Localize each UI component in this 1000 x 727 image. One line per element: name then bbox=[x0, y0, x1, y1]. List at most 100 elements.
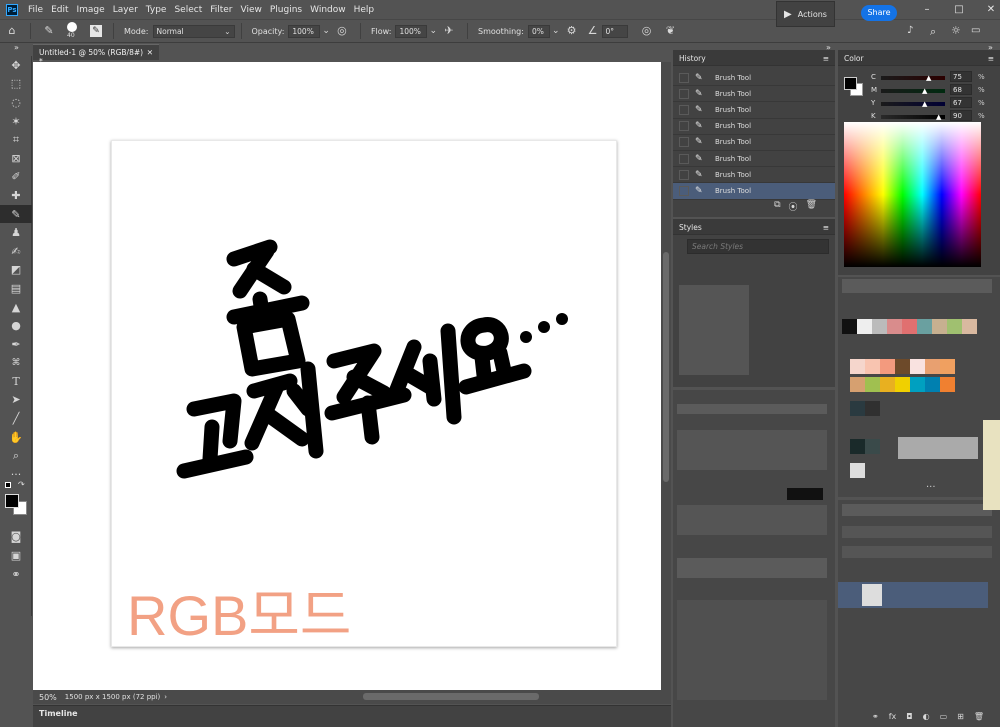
trash-icon[interactable]: 🗑 bbox=[974, 712, 984, 721]
history-item[interactable]: ✎ Brush Tool bbox=[673, 183, 835, 200]
mask-icon[interactable]: ◘ bbox=[906, 712, 912, 721]
frame-tool-icon[interactable]: ⊠ bbox=[0, 149, 32, 168]
fx-icon[interactable]: fx bbox=[889, 712, 897, 721]
history-brush-tool-icon[interactable]: ✍ bbox=[0, 242, 32, 261]
move-tool-icon[interactable]: ✥ bbox=[0, 56, 32, 75]
new-document-from-state-icon[interactable]: ⧉ bbox=[774, 200, 780, 213]
magenta-slider[interactable] bbox=[881, 89, 945, 93]
menu-plugins[interactable]: Plugins bbox=[266, 5, 306, 15]
search-styles-input[interactable]: Search Styles bbox=[687, 239, 829, 254]
minimize-icon[interactable]: – bbox=[922, 4, 932, 15]
scroll-thumb[interactable] bbox=[663, 252, 669, 482]
snapshot-checkbox[interactable] bbox=[679, 137, 689, 148]
snapshot-checkbox[interactable] bbox=[679, 185, 689, 196]
clone-stamp-tool-icon[interactable]: ♟ bbox=[0, 223, 32, 242]
more-icon[interactable]: ··· bbox=[926, 482, 936, 493]
angle-field[interactable]: 0° bbox=[601, 24, 628, 38]
collapse-toolbar-icon[interactable]: » bbox=[14, 43, 19, 52]
quick-mask-icon[interactable]: ◙ bbox=[0, 528, 32, 547]
default-colors-icon[interactable] bbox=[5, 481, 11, 488]
gear-icon[interactable]: ⚙ bbox=[565, 24, 579, 38]
opacity-field[interactable]: 100% bbox=[288, 24, 321, 38]
menu-file[interactable]: File bbox=[24, 5, 47, 15]
swatch-grid-row[interactable] bbox=[850, 359, 955, 374]
zoom-tool-icon[interactable]: ⌕ bbox=[0, 446, 32, 465]
smoothing-field[interactable]: 0% bbox=[527, 24, 550, 38]
menu-edit[interactable]: Edit bbox=[47, 5, 72, 15]
cyan-slider[interactable] bbox=[881, 76, 945, 80]
pressure-size-icon[interactable]: ◎ bbox=[640, 24, 654, 38]
brush-preset-icon[interactable]: ✎ bbox=[42, 24, 56, 38]
close-icon[interactable]: ✕ bbox=[986, 4, 996, 15]
swatch-grid-row[interactable] bbox=[850, 401, 880, 416]
chevron-down-icon[interactable]: ⌄ bbox=[322, 26, 330, 36]
selected-layer-row[interactable] bbox=[838, 582, 988, 608]
panel-menu-icon[interactable]: ≡ bbox=[988, 54, 994, 63]
history-item[interactable]: ✎ Brush Tool bbox=[673, 151, 835, 168]
pressure-opacity-icon[interactable]: ◎ bbox=[335, 24, 349, 38]
history-item[interactable]: ✎ Brush Tool bbox=[673, 167, 835, 184]
link-icon[interactable]: ⚭ bbox=[872, 712, 879, 721]
chevron-down-icon[interactable]: ⌄ bbox=[552, 26, 560, 36]
crop-tool-icon[interactable]: ⌗ bbox=[0, 130, 32, 149]
home-icon[interactable]: ⌂ bbox=[5, 24, 19, 38]
eyedropper-tool-icon[interactable]: ✐ bbox=[0, 168, 32, 187]
close-tab-icon[interactable]: ✕ bbox=[147, 48, 153, 57]
canvas-area[interactable]: RGB모드 bbox=[33, 62, 661, 690]
discover-icon[interactable]: ☼ bbox=[951, 24, 961, 37]
camera-icon[interactable]: ⦿ bbox=[789, 200, 798, 213]
cyan-value[interactable]: 75 bbox=[950, 71, 972, 82]
swatch-grid-row[interactable] bbox=[850, 463, 865, 478]
color-swatches[interactable]: ↷ bbox=[0, 480, 32, 528]
color-spectrum[interactable] bbox=[844, 122, 981, 267]
marquee-tool-icon[interactable]: ⬚ bbox=[0, 75, 32, 94]
search-icon[interactable]: ⌕ bbox=[930, 25, 936, 39]
menu-help[interactable]: Help bbox=[350, 5, 379, 15]
brush-size-preview[interactable]: 40 bbox=[61, 21, 85, 41]
snapshot-checkbox[interactable] bbox=[679, 153, 689, 164]
style-group-blur[interactable] bbox=[679, 285, 749, 375]
history-item[interactable]: ✎ Brush Tool bbox=[673, 70, 835, 87]
actions-panel[interactable]: ▶ Actions bbox=[776, 1, 835, 27]
notification-icon[interactable]: ♪ bbox=[907, 25, 913, 36]
brush-tool-icon[interactable]: ✎ bbox=[0, 204, 32, 224]
history-item[interactable]: ✎ Brush Tool bbox=[673, 135, 835, 151]
airbrush-icon[interactable]: ✈ bbox=[442, 24, 456, 38]
recent-swatches[interactable] bbox=[842, 319, 977, 334]
document-tab[interactable]: Untitled-1 @ 50% (RGB/8#) * ✕ bbox=[33, 44, 159, 66]
chevron-right-icon[interactable]: › bbox=[164, 693, 167, 701]
menu-select[interactable]: Select bbox=[170, 5, 206, 15]
dodge-tool-icon[interactable]: ● bbox=[0, 316, 32, 335]
slider-handle[interactable]: ▲ bbox=[926, 74, 931, 82]
foreground-color-chip[interactable] bbox=[844, 77, 857, 90]
history-item[interactable]: ✎ Brush Tool bbox=[673, 102, 835, 119]
panel-menu-icon[interactable]: ≡ bbox=[823, 223, 829, 232]
menu-image[interactable]: Image bbox=[73, 5, 109, 15]
swap-colors-icon[interactable]: ↷ bbox=[18, 480, 25, 489]
gradient-tool-icon[interactable]: ▤ bbox=[0, 279, 32, 298]
snapshot-checkbox[interactable] bbox=[679, 169, 689, 180]
screen-mode-icon[interactable]: ▣ bbox=[0, 546, 32, 565]
chevron-down-icon[interactable]: ⌄ bbox=[429, 26, 437, 36]
maximize-icon[interactable]: □ bbox=[954, 4, 964, 15]
adjustment-icon[interactable]: ◐ bbox=[923, 712, 930, 721]
slider-handle[interactable]: ▲ bbox=[922, 87, 927, 95]
menu-type[interactable]: Type bbox=[142, 5, 171, 15]
timeline-panel[interactable]: Timeline bbox=[33, 705, 671, 727]
brush-settings-icon[interactable]: ✎ bbox=[90, 25, 102, 37]
menu-layer[interactable]: Layer bbox=[109, 5, 142, 15]
flow-field[interactable]: 100% bbox=[395, 24, 428, 38]
panel-menu-icon[interactable]: ≡ bbox=[823, 54, 829, 63]
slider-handle[interactable]: ▲ bbox=[922, 100, 927, 108]
type-tool-icon[interactable]: T bbox=[0, 372, 32, 391]
yellow-value[interactable]: 67 bbox=[950, 97, 972, 108]
swatch-grid-row[interactable] bbox=[850, 439, 880, 454]
trash-icon[interactable]: 🗑 bbox=[806, 200, 817, 213]
pen-tool-icon[interactable]: ⌘ bbox=[0, 354, 32, 373]
eraser-tool-icon[interactable]: ◩ bbox=[0, 261, 32, 280]
line-tool-icon[interactable]: ╱ bbox=[0, 409, 32, 428]
healing-brush-tool-icon[interactable]: ✚ bbox=[0, 186, 32, 205]
share-icon[interactable]: ⚭ bbox=[0, 565, 32, 584]
artboard[interactable]: RGB모드 bbox=[111, 140, 617, 647]
pen-tool-icon[interactable]: ✒ bbox=[0, 335, 32, 354]
